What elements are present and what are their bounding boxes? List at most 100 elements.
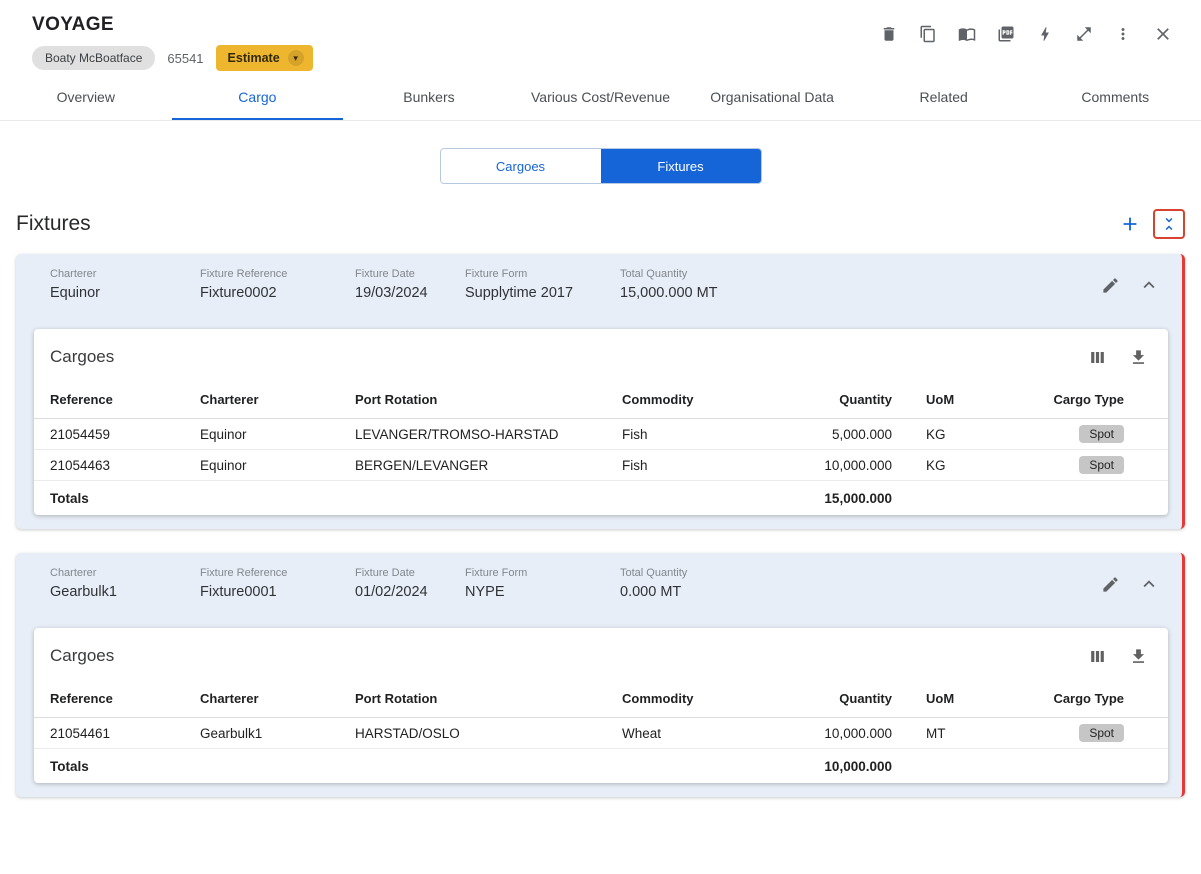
cell-cargo-type: Spot (1016, 724, 1168, 742)
cell-quantity: 10,000.000 (824, 457, 892, 473)
edit-fixture-icon[interactable] (1101, 276, 1120, 295)
tab-overview[interactable]: Overview (0, 75, 172, 120)
bolt-icon[interactable] (1036, 25, 1054, 43)
totals-row: Totals 15,000.000 (34, 481, 1168, 515)
fixtures-section-header: Fixtures (0, 184, 1201, 251)
field-value: 19/03/2024 (355, 285, 428, 301)
col-uom: UoM (926, 392, 955, 407)
table-row[interactable]: 21054463 Equinor BERGEN/LEVANGER Fish 10… (34, 450, 1168, 481)
fixture-card: Charterer Equinor Fixture Reference Fixt… (16, 254, 1185, 529)
col-charterer: Charterer (200, 691, 259, 706)
cell-cargo-type: Spot (1016, 425, 1168, 443)
col-reference: Reference (50, 691, 113, 706)
fixture-card: Charterer Gearbulk1 Fixture Reference Fi… (16, 553, 1185, 797)
tab-bunkers[interactable]: Bunkers (343, 75, 515, 120)
more-options-icon[interactable] (1114, 25, 1132, 43)
copy-icon[interactable] (919, 25, 937, 43)
col-commodity: Commodity (622, 691, 694, 706)
field-charterer: Charterer Gearbulk1 (50, 567, 200, 600)
cargoes-card: Cargoes Reference Charterer Port Rotatio… (34, 329, 1168, 515)
col-uom: UoM (926, 691, 955, 706)
tab-organisational-data[interactable]: Organisational Data (686, 75, 858, 120)
field-label: Fixture Date (355, 567, 415, 579)
add-fixture-icon[interactable] (1119, 213, 1141, 235)
book-compare-icon[interactable] (958, 25, 976, 43)
tab-cargo[interactable]: Cargo (171, 75, 344, 120)
table-row[interactable]: 21054459 Equinor LEVANGER/TROMSO-HARSTAD… (34, 419, 1168, 450)
fullscreen-icon[interactable] (1075, 25, 1093, 43)
collapse-all-icon[interactable] (1153, 209, 1185, 239)
field-label: Fixture Date (355, 268, 415, 280)
cargoes-title: Cargoes (50, 347, 115, 366)
field-label: Total Quantity (620, 268, 688, 280)
field-label: Total Quantity (620, 567, 688, 579)
cargo-type-chip: Spot (1079, 456, 1124, 474)
cargoes-title-row: Cargoes (34, 339, 1168, 381)
totals-label: Totals (50, 758, 89, 774)
cell-reference: 21054459 (50, 426, 111, 442)
field-label: Fixture Reference (200, 567, 288, 579)
cell-reference: 21054461 (50, 725, 111, 741)
header-action-icons (880, 24, 1173, 44)
totals-quantity: 10,000.000 (824, 758, 892, 774)
toggle-fixtures[interactable]: Fixtures (600, 149, 761, 183)
delete-icon[interactable] (880, 25, 898, 43)
voyage-header: VOYAGE Boaty McBoatface 65541 Estimate ▾ (0, 0, 1201, 71)
cargoes-table-actions (1088, 647, 1148, 666)
chevron-up-icon[interactable] (1138, 274, 1160, 296)
fixture-header: Charterer Gearbulk1 Fixture Reference Fi… (16, 553, 1182, 625)
field-label: Fixture Reference (200, 268, 288, 280)
estimate-status-button[interactable]: Estimate ▾ (215, 45, 313, 71)
field-value: Equinor (50, 285, 100, 301)
tab-related[interactable]: Related (858, 75, 1030, 120)
columns-icon[interactable] (1088, 647, 1107, 666)
col-charterer: Charterer (200, 392, 259, 407)
col-port-rotation: Port Rotation (355, 691, 438, 706)
totals-quantity: 15,000.000 (824, 490, 892, 506)
download-icon[interactable] (1129, 348, 1148, 367)
field-value: Fixture0002 (200, 285, 277, 301)
field-value: Gearbulk1 (50, 584, 117, 600)
field-value: Supplytime 2017 (465, 285, 574, 301)
field-total-quantity: Total Quantity 0.000 MT (620, 567, 1101, 600)
columns-icon[interactable] (1088, 348, 1107, 367)
cell-quantity: 5,000.000 (831, 426, 892, 442)
voyage-number: 65541 (167, 50, 204, 66)
field-value: 01/02/2024 (355, 584, 428, 600)
voyage-identifiers: Boaty McBoatface 65541 Estimate ▾ (32, 45, 313, 71)
col-cargo-type: Cargo Type (1053, 691, 1124, 706)
cell-port-rotation: HARSTAD/OSLO (355, 725, 460, 741)
header-left: VOYAGE Boaty McBoatface 65541 Estimate ▾ (32, 14, 313, 71)
toggle-cargoes[interactable]: Cargoes (440, 149, 601, 183)
field-label: Charterer (50, 567, 97, 579)
cargoes-table-header: Reference Charterer Port Rotation Commod… (34, 381, 1168, 419)
tab-comments[interactable]: Comments (1029, 75, 1201, 120)
col-port-rotation: Port Rotation (355, 392, 438, 407)
cargo-type-chip: Spot (1079, 425, 1124, 443)
view-toggle-wrap: Cargoes Fixtures (0, 148, 1201, 184)
tab-various-cost-revenue[interactable]: Various Cost/Revenue (515, 75, 687, 120)
fixture-actions (1101, 573, 1160, 595)
field-value: 15,000.000 MT (620, 285, 718, 301)
page-title: VOYAGE (32, 14, 114, 35)
chevron-down-icon: ▾ (287, 50, 304, 66)
edit-fixture-icon[interactable] (1101, 575, 1120, 594)
pdf-export-icon[interactable] (997, 25, 1015, 43)
field-fixture-date: Fixture Date 19/03/2024 (355, 268, 465, 301)
vessel-name-chip[interactable]: Boaty McBoatface (32, 46, 156, 70)
cell-charterer: Equinor (200, 457, 247, 473)
chevron-up-icon[interactable] (1138, 573, 1160, 595)
close-icon[interactable] (1153, 24, 1173, 44)
cell-uom: KG (926, 457, 946, 473)
table-row[interactable]: 21054461 Gearbulk1 HARSTAD/OSLO Wheat 10… (34, 718, 1168, 749)
col-quantity: Quantity (839, 392, 892, 407)
fixture-header: Charterer Equinor Fixture Reference Fixt… (16, 254, 1182, 326)
download-icon[interactable] (1129, 647, 1148, 666)
field-fixture-reference: Fixture Reference Fixture0002 (200, 268, 355, 301)
cell-commodity: Wheat (622, 725, 662, 741)
cargoes-title-row: Cargoes (34, 638, 1168, 680)
fixtures-section-actions (1119, 209, 1185, 239)
cargoes-table-actions (1088, 348, 1148, 367)
col-commodity: Commodity (622, 392, 694, 407)
cell-commodity: Fish (622, 457, 648, 473)
